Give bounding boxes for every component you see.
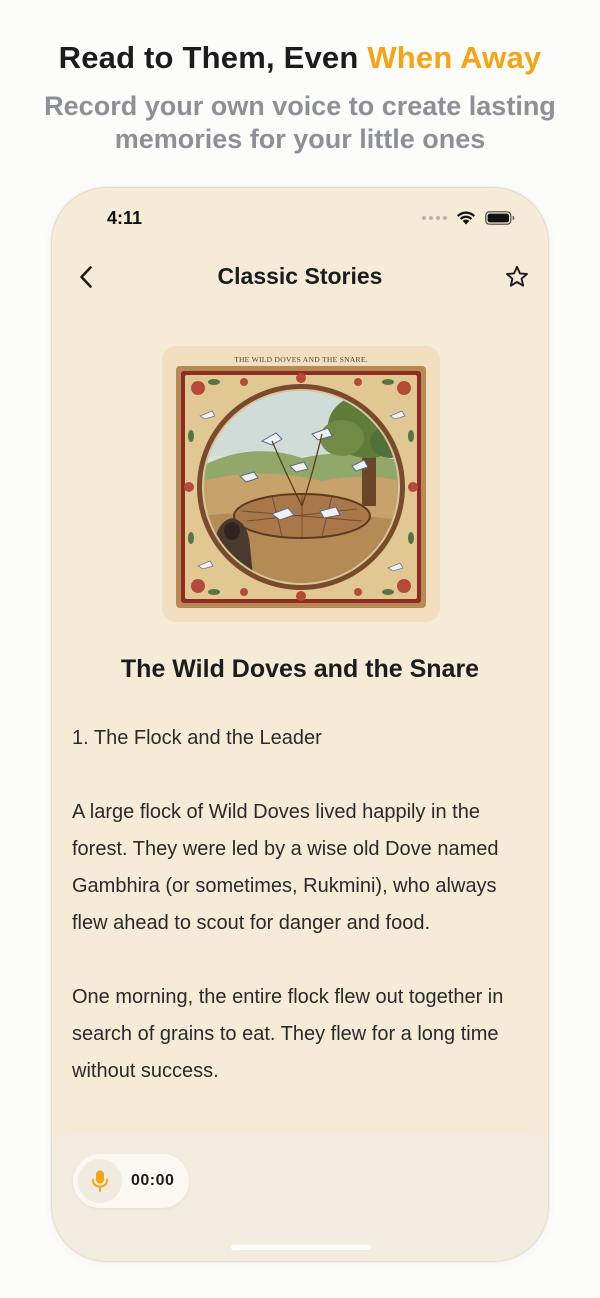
battery-icon: [485, 210, 515, 225]
promo-subline: Record your own voice to create lasting …: [44, 91, 556, 154]
promo-headline-accent: When Away: [367, 40, 542, 75]
app-store-screenshot: Read to Them, Even When Away Record your…: [0, 0, 600, 1298]
status-time: 4:11: [107, 208, 143, 228]
record-button[interactable]: 00:00: [73, 1154, 189, 1208]
mic-button[interactable]: [78, 1159, 122, 1203]
story-title: The Wild Doves and the Snare: [120, 655, 480, 683]
recording-timer: 00:00: [131, 1172, 175, 1189]
home-indicator: [231, 1245, 371, 1250]
microphone-icon: [92, 1170, 108, 1192]
cellular-signal-icon: [422, 215, 447, 220]
story-paragraph: A large flock of Wild Doves lived happil…: [72, 801, 499, 934]
cover-illustration: [176, 366, 426, 608]
story-paragraph: 1. The Flock and the Leader: [72, 727, 322, 749]
recording-panel: 00:00: [52, 1133, 548, 1261]
nav-title: Classic Stories: [217, 263, 383, 289]
phone-frame: 4:11 Classic Stories THE WILD DOVES AND …: [51, 187, 549, 1262]
story-body: 1. The Flock and the Leader A large floc…: [72, 720, 534, 1127]
promo-headline-text: Read to Them, Even: [58, 40, 368, 75]
star-outline-icon[interactable]: [504, 264, 530, 290]
story-cover-image: THE WILD DOVES AND THE SNARE.: [162, 346, 440, 622]
promo-headline: Read to Them, Even When Away: [0, 40, 600, 76]
wifi-icon: [456, 211, 476, 225]
story-paragraph: One morning, the entire flock flew out t…: [72, 986, 504, 1082]
status-icons: [422, 210, 515, 225]
